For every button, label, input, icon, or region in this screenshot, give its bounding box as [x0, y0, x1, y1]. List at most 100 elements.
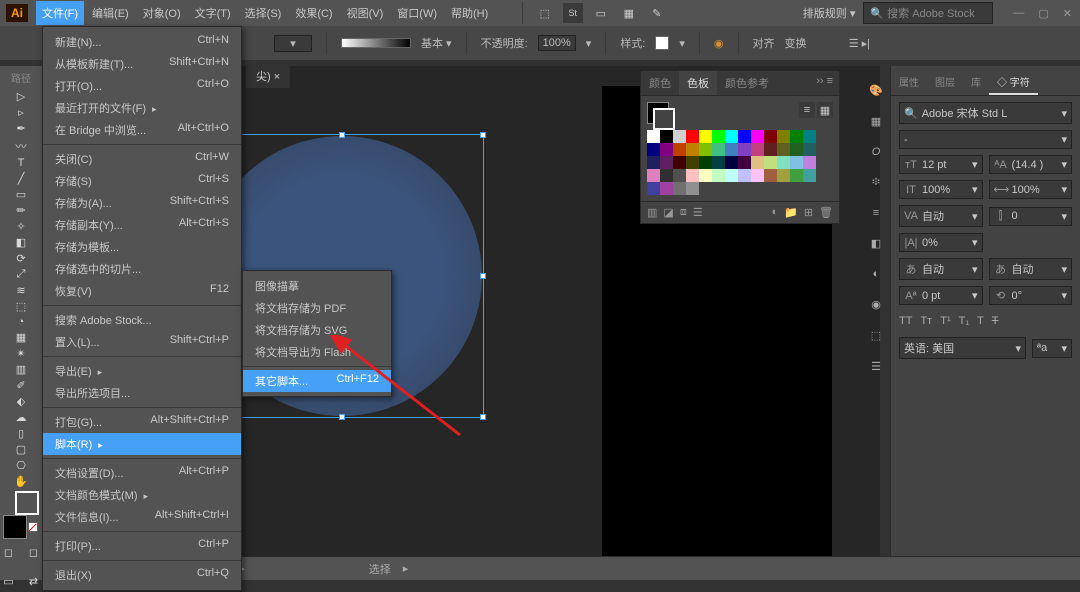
color-panel-icon[interactable]: 🎨 [869, 84, 883, 97]
swatch-cell[interactable] [660, 130, 673, 143]
swatch-cell[interactable] [647, 182, 660, 195]
graph-tool[interactable]: ▯ [10, 427, 32, 440]
symbols-panel-icon[interactable]: ፨ [872, 176, 880, 189]
type-transform-row[interactable]: TTTтT¹T₁TT [899, 311, 1072, 331]
menu-视图(V)[interactable]: 视图(V) [341, 1, 390, 25]
line-tool[interactable]: ╱ [10, 172, 32, 185]
swatch-cell[interactable] [686, 156, 699, 169]
language-field[interactable]: 英语: 美国▾ [899, 337, 1026, 359]
appearance-panel-icon[interactable]: ◉ [871, 298, 881, 311]
blend-tool[interactable]: ⬖ [10, 395, 32, 408]
file-menu-item[interactable]: 新建(N)...Ctrl+N [43, 31, 241, 53]
swatch-cell[interactable] [751, 143, 764, 156]
swatch-cell[interactable] [699, 143, 712, 156]
align-label[interactable]: 对齐 [753, 35, 775, 51]
swatch-cell[interactable] [712, 143, 725, 156]
layers-panel-icon[interactable]: ☰ [871, 360, 881, 373]
height-adj-field[interactable]: |A|0%▾ [899, 233, 983, 252]
scale-tool[interactable]: ⤢ [10, 268, 32, 281]
swatch-cell[interactable] [790, 130, 803, 143]
swatch-cell[interactable] [803, 156, 816, 169]
swatch-cell[interactable] [699, 130, 712, 143]
swatch-cell[interactable] [673, 156, 686, 169]
swatches-tab[interactable]: 色板 [679, 71, 717, 95]
menu-文件(F)[interactable]: 文件(F) [36, 1, 84, 25]
swatch-kind-icon[interactable]: ◪ [663, 206, 673, 219]
swatch-cell[interactable] [647, 130, 660, 143]
layers-tab[interactable]: 图层 [927, 70, 963, 95]
colorguide-tab[interactable]: 颜色参考 [717, 71, 777, 95]
file-menu-item[interactable]: 存储(S)Ctrl+S [43, 170, 241, 192]
swatch-cell[interactable] [699, 156, 712, 169]
file-menu-item[interactable]: 打印(P)...Ctrl+P [43, 535, 241, 557]
swatch-cell[interactable] [803, 130, 816, 143]
style-swatch[interactable] [655, 36, 669, 50]
swatch-cell[interactable] [673, 169, 686, 182]
swatch-group-icon[interactable]: ☰ [693, 206, 703, 219]
swatch-cell[interactable] [764, 143, 777, 156]
menu-文字(T)[interactable]: 文字(T) [189, 1, 237, 25]
perspective-tool[interactable]: ▦ [10, 331, 32, 344]
script-menu-item[interactable]: 图像描摹 [243, 275, 391, 297]
swatch-cell[interactable] [660, 182, 673, 195]
panel-collapse-icon[interactable]: ›› ≡ [810, 71, 839, 95]
free-transform-tool[interactable]: ⬚ [10, 300, 32, 313]
file-menu-item[interactable]: 打包(G)...Alt+Shift+Ctrl+P [43, 411, 241, 433]
type-tool[interactable]: T [10, 157, 32, 169]
file-menu-item[interactable]: 文件信息(I)...Alt+Shift+Ctrl+I [43, 506, 241, 528]
libraries-tab[interactable]: 库 [963, 70, 989, 95]
close-button[interactable]: ✕ [1063, 7, 1072, 20]
swatch-cell[interactable] [712, 169, 725, 182]
file-menu-item[interactable]: 导出所选项目... [43, 382, 241, 404]
tracking-field[interactable]: ⫿0▾ [989, 207, 1073, 226]
swatch-cell[interactable] [751, 169, 764, 182]
swatch-cell[interactable] [686, 169, 699, 182]
rotate-tool[interactable]: ⟳ [10, 252, 32, 265]
swatch-cell[interactable] [738, 143, 751, 156]
rectangle-tool[interactable]: ▭ [10, 188, 32, 201]
swatch-cell[interactable] [725, 143, 738, 156]
graphic-styles-icon[interactable]: ⬚ [871, 329, 881, 342]
swatch-cell[interactable] [738, 156, 751, 169]
swatch-cell[interactable] [738, 130, 751, 143]
vscale-field[interactable]: IT100%▾ [899, 180, 983, 199]
stroke-weight[interactable]: ▾ [274, 35, 312, 52]
recolor-icon[interactable]: ◉ [714, 37, 724, 50]
swatch-cell[interactable] [803, 143, 816, 156]
pen-tool[interactable]: ✒ [10, 122, 32, 135]
swatch-cell[interactable] [686, 143, 699, 156]
stroke-profile[interactable] [341, 38, 411, 48]
properties-tab[interactable]: 属性 [891, 70, 927, 95]
file-menu-item[interactable]: 存储为(A)...Shift+Ctrl+S [43, 192, 241, 214]
shaper-tool[interactable]: ✧ [10, 220, 32, 233]
transparency-panel-icon[interactable]: ◐ [873, 268, 880, 280]
workspace-switcher[interactable]: 排版规则 ▾ [803, 5, 856, 21]
swatch-cell[interactable] [673, 143, 686, 156]
swatch-cell[interactable] [647, 156, 660, 169]
swatch-cell[interactable] [673, 130, 686, 143]
swatch-cell[interactable] [725, 156, 738, 169]
gradient-tool[interactable]: ▥ [10, 363, 32, 376]
swatch-cell[interactable] [790, 169, 803, 182]
symbol-tool[interactable]: ☁ [10, 411, 32, 424]
swatch-cell[interactable] [712, 130, 725, 143]
color-tab[interactable]: 颜色 [641, 71, 679, 95]
tsume-field[interactable]: あ自动▾ [899, 258, 983, 280]
swatch-lib-icon[interactable]: ▥ [647, 206, 657, 219]
swatch-cell[interactable] [725, 130, 738, 143]
file-menu-item[interactable]: 从模板新建(T)...Shift+Ctrl+N [43, 53, 241, 75]
script-menu-item[interactable]: 将文档存储为 PDF [243, 297, 391, 319]
swatch-cell[interactable] [777, 156, 790, 169]
brush-tool[interactable]: ✏ [10, 204, 32, 217]
hscale-field[interactable]: ⟷100%▾ [989, 180, 1073, 199]
swatch-cell[interactable] [751, 156, 764, 169]
swatch-cell[interactable] [686, 182, 699, 195]
menu-选择(S)[interactable]: 选择(S) [239, 1, 288, 25]
swatch-cell[interactable] [790, 143, 803, 156]
file-menu-item[interactable]: 搜索 Adobe Stock... [43, 309, 241, 331]
swatch-cell[interactable] [660, 169, 673, 182]
shape-builder-tool[interactable]: ◔ [10, 316, 32, 328]
swatch-cell[interactable] [790, 156, 803, 169]
draw-normal[interactable]: ◻ [0, 541, 20, 563]
mesh-tool[interactable]: ✴ [10, 347, 32, 360]
